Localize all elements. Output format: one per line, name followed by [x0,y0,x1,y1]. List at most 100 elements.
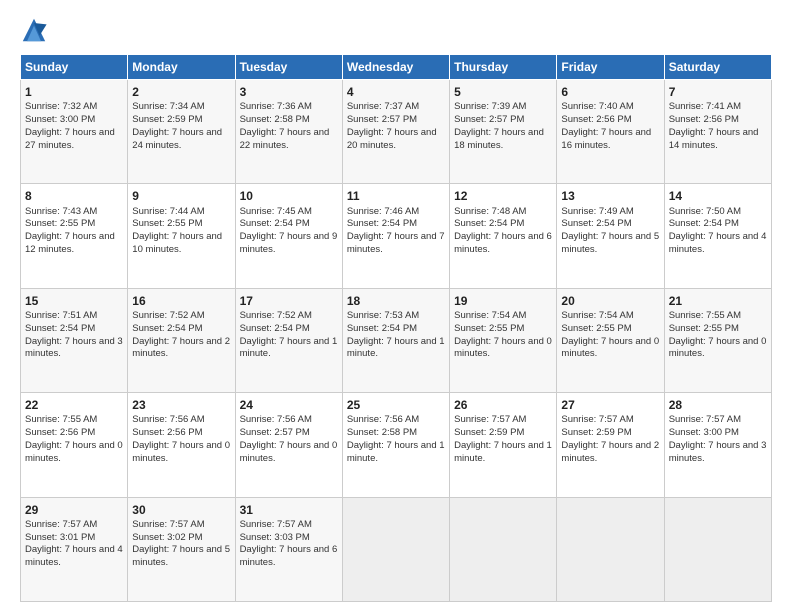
daylight-text: Daylight: 7 hours and 7 minutes. [347,231,445,257]
sunset-text: Sunset: 2:55 PM [561,323,659,336]
day-number: 6 [561,84,659,100]
sunset-text: Sunset: 3:01 PM [25,532,123,545]
sunrise-text: Sunrise: 7:56 AM [240,414,338,427]
day-number: 28 [669,397,767,413]
calendar-cell: 27Sunrise: 7:57 AMSunset: 2:59 PMDayligh… [557,393,664,497]
sunset-text: Sunset: 2:59 PM [132,114,230,127]
calendar-cell: 26Sunrise: 7:57 AMSunset: 2:59 PMDayligh… [450,393,557,497]
daylight-text: Daylight: 7 hours and 0 minutes. [561,336,659,362]
day-number: 25 [347,397,445,413]
day-of-week-header: Saturday [664,55,771,80]
day-number: 27 [561,397,659,413]
calendar-cell: 15Sunrise: 7:51 AMSunset: 2:54 PMDayligh… [21,288,128,392]
sunset-text: Sunset: 2:57 PM [240,427,338,440]
sunset-text: Sunset: 2:54 PM [454,218,552,231]
sunrise-text: Sunrise: 7:52 AM [240,310,338,323]
calendar-cell: 24Sunrise: 7:56 AMSunset: 2:57 PMDayligh… [235,393,342,497]
daylight-text: Daylight: 7 hours and 9 minutes. [240,231,338,257]
daylight-text: Daylight: 7 hours and 3 minutes. [669,440,767,466]
sunrise-text: Sunrise: 7:57 AM [561,414,659,427]
daylight-text: Daylight: 7 hours and 10 minutes. [132,231,230,257]
calendar-cell [557,497,664,601]
daylight-text: Daylight: 7 hours and 0 minutes. [25,440,123,466]
daylight-text: Daylight: 7 hours and 18 minutes. [454,127,552,153]
sunset-text: Sunset: 2:56 PM [25,427,123,440]
daylight-text: Daylight: 7 hours and 14 minutes. [669,127,767,153]
sunset-text: Sunset: 2:58 PM [347,427,445,440]
calendar-cell: 4Sunrise: 7:37 AMSunset: 2:57 PMDaylight… [342,80,449,184]
logo [20,16,50,44]
calendar-cell: 1Sunrise: 7:32 AMSunset: 3:00 PMDaylight… [21,80,128,184]
calendar-cell [664,497,771,601]
day-of-week-header: Sunday [21,55,128,80]
sunset-text: Sunset: 2:55 PM [669,323,767,336]
daylight-text: Daylight: 7 hours and 16 minutes. [561,127,659,153]
day-number: 11 [347,188,445,204]
sunrise-text: Sunrise: 7:39 AM [454,101,552,114]
sunrise-text: Sunrise: 7:36 AM [240,101,338,114]
sunrise-text: Sunrise: 7:57 AM [25,519,123,532]
sunrise-text: Sunrise: 7:41 AM [669,101,767,114]
sunrise-text: Sunrise: 7:57 AM [454,414,552,427]
day-number: 12 [454,188,552,204]
calendar-cell: 13Sunrise: 7:49 AMSunset: 2:54 PMDayligh… [557,184,664,288]
calendar-cell: 16Sunrise: 7:52 AMSunset: 2:54 PMDayligh… [128,288,235,392]
daylight-text: Daylight: 7 hours and 22 minutes. [240,127,338,153]
calendar-cell: 31Sunrise: 7:57 AMSunset: 3:03 PMDayligh… [235,497,342,601]
sunrise-text: Sunrise: 7:54 AM [454,310,552,323]
sunset-text: Sunset: 3:00 PM [669,427,767,440]
sunset-text: Sunset: 2:57 PM [454,114,552,127]
sunset-text: Sunset: 2:56 PM [669,114,767,127]
sunset-text: Sunset: 3:00 PM [25,114,123,127]
calendar-cell: 2Sunrise: 7:34 AMSunset: 2:59 PMDaylight… [128,80,235,184]
logo-icon [20,16,48,44]
day-of-week-header: Monday [128,55,235,80]
daylight-text: Daylight: 7 hours and 1 minute. [454,440,552,466]
calendar-cell: 20Sunrise: 7:54 AMSunset: 2:55 PMDayligh… [557,288,664,392]
sunset-text: Sunset: 2:54 PM [132,323,230,336]
calendar-cell: 28Sunrise: 7:57 AMSunset: 3:00 PMDayligh… [664,393,771,497]
calendar-cell: 9Sunrise: 7:44 AMSunset: 2:55 PMDaylight… [128,184,235,288]
daylight-text: Daylight: 7 hours and 2 minutes. [561,440,659,466]
day-number: 3 [240,84,338,100]
sunrise-text: Sunrise: 7:45 AM [240,206,338,219]
sunset-text: Sunset: 2:55 PM [454,323,552,336]
calendar-cell [450,497,557,601]
calendar-cell: 25Sunrise: 7:56 AMSunset: 2:58 PMDayligh… [342,393,449,497]
sunrise-text: Sunrise: 7:34 AM [132,101,230,114]
day-number: 5 [454,84,552,100]
sunrise-text: Sunrise: 7:43 AM [25,206,123,219]
daylight-text: Daylight: 7 hours and 20 minutes. [347,127,445,153]
calendar-cell: 11Sunrise: 7:46 AMSunset: 2:54 PMDayligh… [342,184,449,288]
calendar-cell: 23Sunrise: 7:56 AMSunset: 2:56 PMDayligh… [128,393,235,497]
daylight-text: Daylight: 7 hours and 4 minutes. [669,231,767,257]
daylight-text: Daylight: 7 hours and 3 minutes. [25,336,123,362]
sunset-text: Sunset: 2:54 PM [347,218,445,231]
day-number: 17 [240,293,338,309]
day-number: 21 [669,293,767,309]
day-number: 22 [25,397,123,413]
calendar-cell: 12Sunrise: 7:48 AMSunset: 2:54 PMDayligh… [450,184,557,288]
calendar-cell: 5Sunrise: 7:39 AMSunset: 2:57 PMDaylight… [450,80,557,184]
sunrise-text: Sunrise: 7:40 AM [561,101,659,114]
day-number: 24 [240,397,338,413]
calendar-cell: 14Sunrise: 7:50 AMSunset: 2:54 PMDayligh… [664,184,771,288]
sunset-text: Sunset: 2:56 PM [132,427,230,440]
sunrise-text: Sunrise: 7:57 AM [669,414,767,427]
sunrise-text: Sunrise: 7:50 AM [669,206,767,219]
sunset-text: Sunset: 2:59 PM [561,427,659,440]
day-number: 20 [561,293,659,309]
sunrise-text: Sunrise: 7:56 AM [132,414,230,427]
sunset-text: Sunset: 2:58 PM [240,114,338,127]
day-number: 19 [454,293,552,309]
calendar-cell: 6Sunrise: 7:40 AMSunset: 2:56 PMDaylight… [557,80,664,184]
sunrise-text: Sunrise: 7:55 AM [669,310,767,323]
sunrise-text: Sunrise: 7:32 AM [25,101,123,114]
header [20,16,772,44]
daylight-text: Daylight: 7 hours and 4 minutes. [25,544,123,570]
daylight-text: Daylight: 7 hours and 1 minute. [240,336,338,362]
day-number: 8 [25,188,123,204]
sunrise-text: Sunrise: 7:57 AM [240,519,338,532]
sunrise-text: Sunrise: 7:44 AM [132,206,230,219]
day-number: 7 [669,84,767,100]
